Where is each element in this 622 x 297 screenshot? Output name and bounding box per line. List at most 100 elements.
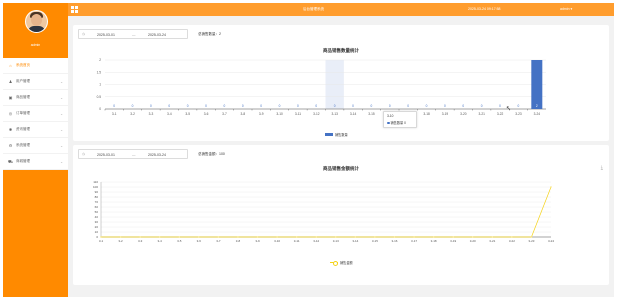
- data-point[interactable]: [237, 236, 239, 238]
- x-tick-label: 3-20: [460, 112, 467, 116]
- sales-quantity-card: ◷ 2025-03-01 — 2025-03-24 总销售数量：2 商品销售数量…: [73, 25, 609, 141]
- x-tick-label: 3-10: [274, 239, 280, 243]
- sidebar: admin ⌂ 系统首页 ♟ 用户管理 ⌄ ▣ 商品管理 ⌄ ◎ 订单管理 ⌄ ✱ 资讯管理 ⌄ ⚙ 系统管理…: [3, 3, 68, 297]
- bar[interactable]: [531, 60, 543, 109]
- data-point[interactable]: [452, 236, 454, 238]
- x-tick-label: 3-18: [423, 112, 430, 116]
- data-point[interactable]: [256, 236, 259, 238]
- x-tick-label: 3-18: [431, 239, 437, 243]
- bar-chart: 00.511.523-103-203-303-403-503-603-703-8…: [97, 58, 546, 116]
- data-point[interactable]: [276, 236, 278, 238]
- data-label: 0: [297, 104, 299, 108]
- data-point[interactable]: [550, 186, 552, 188]
- y-tick-label: 80: [95, 195, 99, 199]
- avatar[interactable]: [25, 10, 48, 33]
- y-tick-label: 60: [95, 205, 99, 209]
- data-point[interactable]: [335, 236, 337, 238]
- x-tick-label: 3-21: [478, 112, 485, 116]
- data-point[interactable]: [119, 236, 122, 238]
- y-tick-label: 100: [93, 185, 98, 189]
- goods-icon: ▣: [8, 95, 13, 100]
- x-tick-label: 3-21: [489, 239, 495, 243]
- x-tick-label: 3-15: [368, 112, 375, 116]
- sidebar-item-3[interactable]: ◎ 订单管理 ⌄: [3, 106, 68, 122]
- x-tick-label: 3-3: [138, 239, 143, 243]
- sidebar-item-4[interactable]: ✱ 资讯管理 ⌄: [3, 122, 68, 138]
- data-point[interactable]: [354, 236, 357, 238]
- x-tick-label: 3-1: [99, 239, 104, 243]
- x-tick-label: 3-10: [276, 112, 283, 116]
- chart-legend[interactable]: 销售金额: [330, 260, 353, 266]
- data-point[interactable]: [530, 236, 533, 238]
- tooltip-value: 0: [404, 121, 406, 125]
- legend-label: 销售数量: [335, 133, 348, 137]
- data-point[interactable]: [374, 236, 376, 238]
- x-tick-label: 3-2: [118, 239, 123, 243]
- x-tick-label: 3-13: [331, 112, 338, 116]
- series-dot: [387, 121, 390, 125]
- main-content: ◷ 2025-03-01 — 2025-03-24 总销售数量：2 商品销售数量…: [68, 16, 614, 297]
- data-point[interactable]: [511, 236, 513, 238]
- y-tick-label: 2: [99, 58, 101, 62]
- sidebar-item-2[interactable]: ▣ 商品管理 ⌄: [3, 90, 68, 106]
- x-tick-label: 3-14: [352, 239, 358, 243]
- sidebar-item-5[interactable]: ⚙ 系统管理 ⌄: [3, 138, 68, 154]
- user-icon: ♟: [8, 79, 13, 84]
- menu-toggle-icon[interactable]: [71, 6, 78, 13]
- x-tick-label: 3-20: [470, 239, 476, 243]
- mouse-cursor-icon: ↖: [506, 106, 512, 112]
- sidebar-menu: ⌂ 系统首页 ♟ 用户管理 ⌄ ▣ 商品管理 ⌄ ◎ 订单管理 ⌄ ✱ 资讯管理 ⌄ ⚙ 系统管理 ⌄ ⛟ 商城管理…: [3, 58, 68, 170]
- order-icon: ◎: [8, 111, 13, 116]
- data-label: 0: [371, 104, 373, 108]
- data-point[interactable]: [198, 236, 200, 238]
- data-label: 0: [444, 104, 446, 108]
- data-point[interactable]: [413, 236, 415, 238]
- user-dropdown[interactable]: admin ▾: [560, 7, 572, 11]
- data-point[interactable]: [217, 236, 220, 238]
- data-point[interactable]: [471, 236, 474, 238]
- data-point[interactable]: [158, 236, 161, 238]
- data-label: 0: [132, 104, 134, 108]
- y-tick-label: 0: [99, 107, 101, 111]
- news-icon: ✱: [8, 127, 13, 132]
- x-tick-label: 3-6: [197, 239, 202, 243]
- data-point[interactable]: [393, 236, 396, 238]
- x-tick-label: 3-15: [372, 239, 378, 243]
- sidebar-item-6[interactable]: ⛟ 商城管理 ⌄: [3, 154, 68, 170]
- x-tick-label: 3-9: [255, 239, 260, 243]
- data-label: 0: [352, 104, 354, 108]
- data-point[interactable]: [491, 236, 494, 238]
- data-label: 0: [315, 104, 317, 108]
- data-label: 0: [334, 104, 336, 108]
- settings-icon: ⚙: [8, 143, 13, 148]
- data-label: 0: [518, 104, 520, 108]
- data-label: 0: [279, 104, 281, 108]
- y-tick-label: 0.5: [97, 95, 102, 99]
- sidebar-item-label: 订单管理: [16, 111, 30, 115]
- sidebar-item-1[interactable]: ♟ 用户管理 ⌄: [3, 74, 68, 90]
- data-point[interactable]: [432, 236, 435, 238]
- data-point[interactable]: [100, 236, 102, 238]
- data-point[interactable]: [178, 236, 181, 238]
- chevron-down-icon: ⌄: [60, 112, 63, 116]
- chart-tooltip: 3-10 销售数量 0: [383, 111, 417, 128]
- chart-legend[interactable]: 销售数量: [325, 132, 348, 137]
- sidebar-item-label: 商品管理: [16, 95, 30, 99]
- system-title: 后台管理系统: [303, 7, 324, 11]
- x-tick-label: 3-23: [515, 112, 522, 116]
- chevron-down-icon: ⌄: [60, 144, 63, 148]
- y-tick-label: 1: [99, 83, 101, 87]
- x-tick-label: 3-4: [167, 112, 172, 116]
- sidebar-item-0[interactable]: ⌂ 系统首页: [3, 58, 68, 74]
- legend-swatch: [325, 133, 333, 136]
- y-tick-label: 30: [95, 220, 99, 224]
- data-point[interactable]: [295, 236, 298, 238]
- x-tick-label: 3-14: [350, 112, 357, 116]
- y-tick-label: 50: [95, 210, 99, 214]
- x-tick-label: 3-12: [313, 239, 319, 243]
- data-point[interactable]: [315, 236, 317, 238]
- data-point[interactable]: [139, 236, 141, 238]
- data-label: 0: [499, 104, 501, 108]
- y-tick-label: 70: [95, 200, 99, 204]
- x-tick-label: 3-19: [450, 239, 456, 243]
